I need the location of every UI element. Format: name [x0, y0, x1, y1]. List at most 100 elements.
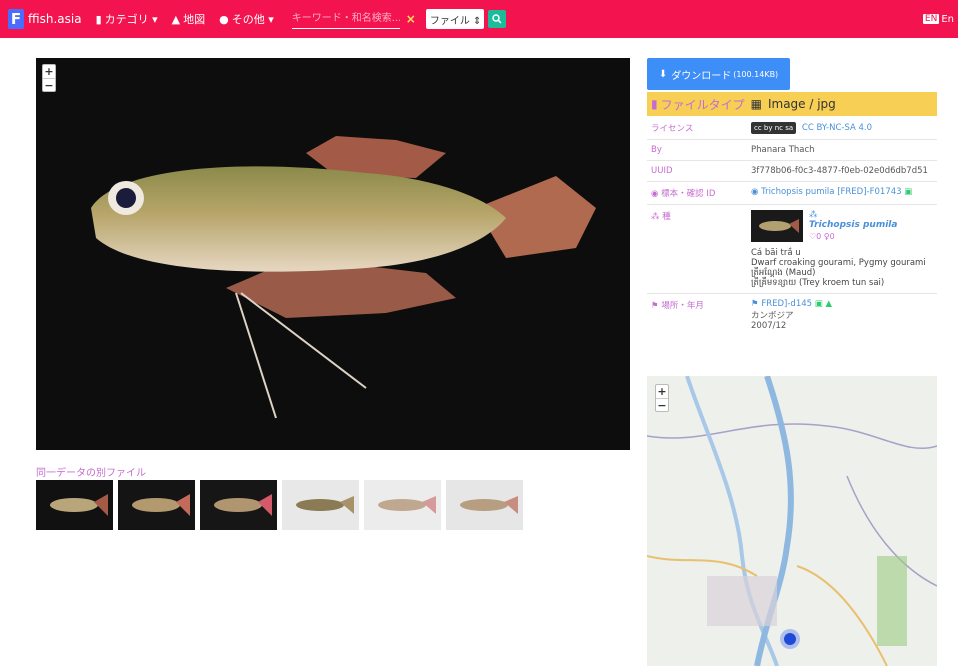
nav-category-label: カテゴリ [104, 13, 149, 26]
flag-icon: EN [922, 14, 940, 24]
chevron-down-icon: ▾ [148, 12, 158, 26]
specimen-value: ◉ Trichopsis pumila [FRED]-F01743 ▣ [747, 182, 937, 204]
specimen-key-label: 標本・確認 ID [661, 189, 716, 199]
language-label: En [941, 13, 954, 25]
thumbnail[interactable] [364, 480, 441, 530]
copy-icon[interactable]: ▣ [904, 187, 912, 197]
species-key-label: 種 [662, 212, 671, 222]
fish-photo [282, 480, 359, 530]
viewer-zoom-control: + − [42, 64, 56, 92]
by-key: By [651, 145, 662, 155]
nav-map[interactable]: ▲ 地図 [172, 11, 205, 27]
uuid-value: 3f778b06-f0c3-4877-f0eb-02e0d6db7d51 [751, 166, 928, 176]
thumbnail[interactable] [446, 480, 523, 530]
thumbnail[interactable] [118, 480, 195, 530]
file-type-value: Image / jpg [767, 97, 836, 111]
file-type-banner: ▮ ファイルタイプ ▦ Image / jpg [647, 92, 937, 116]
specimen-key: ◉ 標本・確認 ID [647, 182, 747, 204]
specimen-link[interactable]: Trichopsis pumila [FRED]-F01743 [761, 187, 901, 197]
related-thumbnails [36, 480, 523, 530]
species-key: ⁂ 種 [647, 205, 747, 293]
file-icon: ▮ [95, 12, 102, 26]
related-files-title: 同一データの別ファイル [36, 468, 146, 479]
copy-icon[interactable]: ▣ [815, 299, 823, 309]
license-value: cc by nc sa CC BY-NC-SA 4.0 [747, 117, 937, 139]
download-button[interactable]: ⬇ ダウンロード (100.14KB) [647, 58, 790, 90]
zoom-out-button[interactable]: − [656, 398, 668, 412]
site-logo[interactable]: F ffish.asia [8, 9, 82, 29]
file-type-label: ファイルタイプ [660, 97, 745, 112]
flag-icon: ⚑ [651, 301, 662, 311]
file-icon: ▮ [651, 97, 658, 111]
search-input[interactable] [291, 9, 400, 29]
thumbnail[interactable] [36, 480, 113, 530]
file-type-select[interactable]: ファイル ⇕ [425, 9, 484, 29]
table-row: ⚑ 場所・年月 ⚑ FRED]-d145 ▣ ▲ カンボジア 2007/12 [647, 294, 937, 336]
common-name: ត្រីអណ្ដែង (Maud) [751, 268, 816, 278]
place-key-label: 場所・年月 [661, 301, 704, 311]
table-row: ⁂ 種 ⁂ Trichopsis pumila ♡0 ♀0 Cá bãi trầ… [647, 205, 937, 294]
location-map[interactable]: + − [647, 376, 937, 666]
image-viewer[interactable]: + − [36, 58, 630, 450]
common-name: Cá bãi trầ u [751, 248, 801, 258]
chevron-down-icon: ▾ [264, 12, 274, 26]
tree-icon: ⁂ [651, 212, 663, 222]
map-icon[interactable]: ▲ [825, 299, 832, 309]
download-label: ダウンロード [671, 70, 732, 82]
info-icon: ● [219, 12, 229, 26]
top-navbar: F ffish.asia ▮ カテゴリ ▾ ▲ 地図 ● その他 ▾ × ファイ… [0, 0, 958, 38]
zoom-in-button[interactable]: + [656, 385, 668, 398]
table-row: ◉ 標本・確認 ID ◉ Trichopsis pumila [FRED]-F0… [647, 182, 937, 205]
metadata-table: ライセンス cc by nc sa CC BY-NC-SA 4.0 By Pha… [647, 117, 937, 336]
cc-license-badge[interactable]: cc by nc sa [751, 122, 797, 134]
table-row: ライセンス cc by nc sa CC BY-NC-SA 4.0 [647, 117, 937, 140]
uuid-key: UUID [651, 166, 673, 176]
zoom-in-button[interactable]: + [43, 65, 55, 78]
language-switch[interactable]: EN En [922, 13, 954, 25]
flag-icon: ⚑ [751, 299, 762, 309]
nav-category[interactable]: ▮ カテゴリ ▾ [96, 11, 158, 27]
reaction-counts[interactable]: ♡0 ♀0 [809, 232, 897, 241]
fish-photo [118, 480, 195, 530]
thumbnail[interactable] [282, 480, 359, 530]
eye-icon: ◉ [751, 187, 762, 197]
logo-mark: F [8, 9, 24, 29]
nav-map-label: 地図 [183, 13, 206, 26]
map-zoom-control: + − [655, 384, 669, 412]
fish-photo [446, 480, 523, 530]
fish-photo [36, 480, 113, 530]
logo-text: ffish.asia [28, 12, 82, 26]
license-key: ライセンス [651, 124, 694, 134]
eye-icon: ◉ [651, 189, 662, 199]
fish-photo [364, 480, 441, 530]
download-icon: ⬇ [658, 68, 668, 80]
map-tiles [647, 376, 937, 666]
search-icon [492, 14, 502, 24]
fish-photo [751, 210, 803, 242]
common-name: ត្រីគ្រឹមទន្សាយ (Trey kroem tun sai) [751, 278, 885, 288]
image-icon: ▦ [750, 97, 762, 111]
nav-other-label: その他 [231, 13, 265, 26]
tree-icon: ⁂ [809, 210, 818, 220]
license-link[interactable]: CC BY-NC-SA 4.0 [802, 123, 872, 133]
country: カンボジア [751, 311, 794, 321]
nav-other[interactable]: ● その他 ▾ [219, 11, 274, 27]
fish-photo [200, 480, 277, 530]
by-value: Phanara Thach [751, 145, 815, 155]
species-value: ⁂ Trichopsis pumila ♡0 ♀0 Cá bãi trầ u D… [747, 205, 937, 293]
species-link[interactable]: Trichopsis pumila [809, 220, 897, 230]
date: 2007/12 [751, 321, 787, 331]
common-name: Dwarf croaking gourami, Pygmy gourami [751, 258, 926, 268]
map-icon: ▲ [171, 12, 181, 26]
zoom-out-button[interactable]: − [43, 78, 55, 92]
fish-photo [36, 58, 630, 450]
species-thumbnail[interactable] [751, 210, 803, 242]
clear-search-icon[interactable]: × [406, 12, 416, 26]
thumbnail[interactable] [200, 480, 277, 530]
place-key: ⚑ 場所・年月 [647, 294, 747, 336]
download-size: (100.14KB) [733, 69, 779, 79]
search-button[interactable] [487, 10, 506, 28]
table-row: UUID 3f778b06-f0c3-4877-f0eb-02e0d6db7d5… [647, 161, 937, 182]
place-link[interactable]: FRED]-d145 [761, 299, 812, 309]
common-names: Cá bãi trầ u Dwarf croaking gourami, Pyg… [751, 248, 933, 288]
